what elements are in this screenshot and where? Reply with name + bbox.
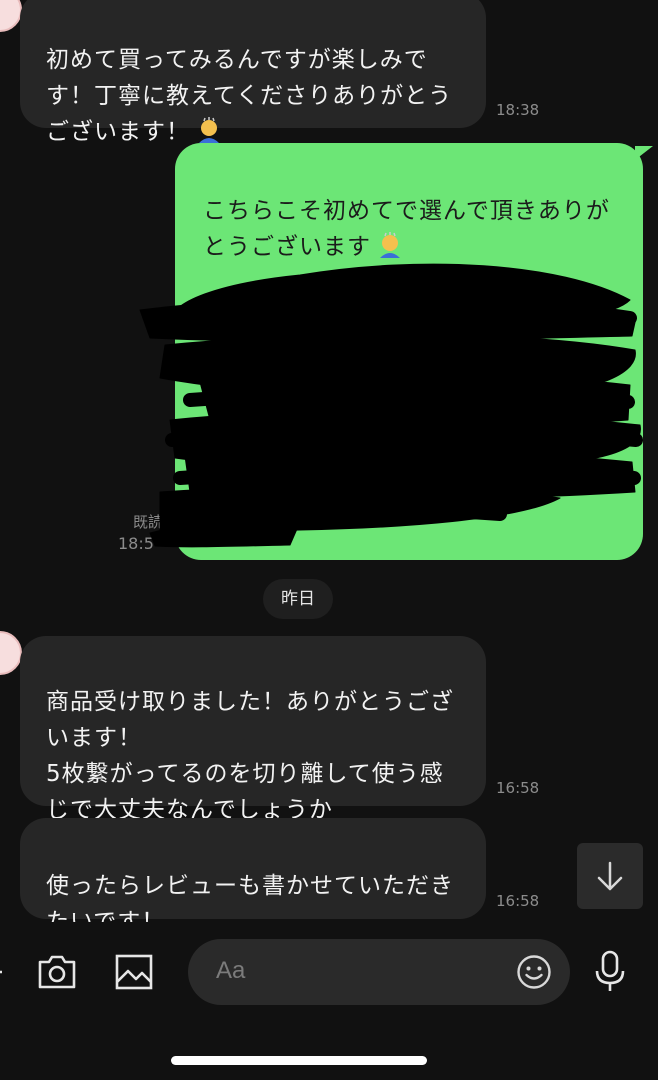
message-bubble-incoming[interactable]: 商品受け取りました！ありがとうございます！ 5枚繋がってるのを切り離して使う感じ… <box>20 636 486 823</box>
message-bubble-outgoing[interactable]: こちらこそ初めてで選んで頂きありがとうございます 最後な <box>175 143 643 560</box>
message-input-field[interactable]: Aa <box>188 939 570 1005</box>
message-timestamp: 16:58 <box>496 779 540 797</box>
message-bubble-incoming[interactable]: 使ったらレビューも書かせていただきたいです！ <box>20 818 486 935</box>
camera-icon <box>38 955 76 989</box>
bowing-emoji <box>380 232 400 258</box>
message-timestamp: 18:5 <box>118 534 154 553</box>
bowing-emoji <box>199 117 219 143</box>
message-timestamp: 18:38 <box>496 101 540 119</box>
expand-menu-button[interactable] <box>0 958 8 986</box>
contact-avatar[interactable] <box>0 0 22 32</box>
microphone-icon <box>595 950 625 991</box>
contact-avatar[interactable] <box>0 631 22 675</box>
bubble-tail <box>635 146 653 160</box>
emoji-button[interactable] <box>516 954 552 990</box>
date-separator: 昨日 <box>263 579 333 619</box>
message-text: 初めて買ってみるんですが楽しみです！丁寧に教えてくださりありがとうございます！ <box>46 47 453 145</box>
input-placeholder: Aa <box>216 957 246 984</box>
voice-button[interactable] <box>590 948 630 994</box>
message-text: 商品受け取りました！ありがとうございます！ 5枚繋がってるのを切り離して使う感じ… <box>46 689 454 823</box>
message-timestamp: 16:58 <box>496 892 540 910</box>
read-receipt: 既読 <box>133 513 164 531</box>
camera-button[interactable] <box>34 951 80 993</box>
message-bubble-incoming[interactable]: 初めて買ってみるんですが楽しみです！丁寧に教えてくださりありがとうございます！ <box>20 0 486 145</box>
image-icon <box>115 954 153 990</box>
image-button[interactable] <box>112 951 156 993</box>
smiley-icon <box>517 955 551 989</box>
message-text-partial: 最後な <box>203 306 275 332</box>
plus-icon <box>0 970 2 974</box>
message-text: こちらこそ初めてで選んで頂きありがとうございます <box>203 198 610 260</box>
arrow-down-icon <box>597 861 623 891</box>
home-indicator[interactable] <box>171 1056 427 1065</box>
scroll-to-bottom-button[interactable] <box>577 843 643 909</box>
